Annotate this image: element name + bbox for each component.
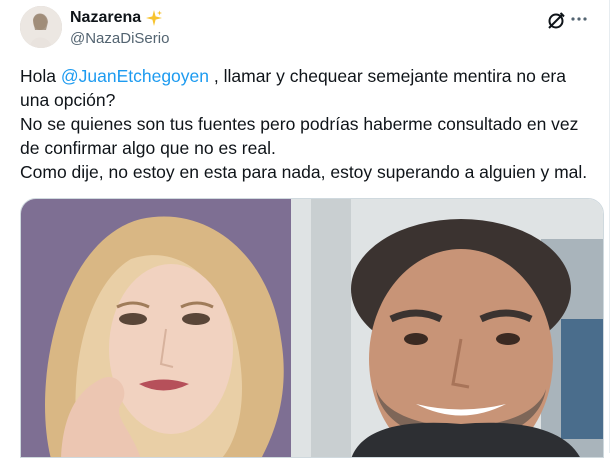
tweet-media-photo[interactable] <box>20 198 604 458</box>
tweet-paragraph-1: Hola @JuanEtchegoyen , llamar y chequear… <box>20 64 595 112</box>
avatar[interactable] <box>20 6 62 48</box>
tweet-text-prefix: Hola <box>20 66 61 86</box>
more-options-icon[interactable] <box>569 8 589 30</box>
tweet-text: Hola @JuanEtchegoyen , llamar y chequear… <box>20 64 595 184</box>
author-handle[interactable]: @NazaDiSerio <box>70 30 169 47</box>
mention-link[interactable]: @JuanEtchegoyen <box>61 66 209 86</box>
tweet-card: Nazarena @NazaDiSerio Hola @JuanEtchegoy… <box>0 0 610 458</box>
sparkles-icon <box>145 9 163 27</box>
tweet-paragraph-2: No se quienes son tus fuentes pero podrí… <box>20 114 579 158</box>
grok-icon[interactable] <box>545 10 567 32</box>
author-name-line: Nazarena <box>70 8 163 28</box>
author-name[interactable]: Nazarena <box>70 9 141 27</box>
tweet-header: Nazarena @NazaDiSerio <box>20 6 589 50</box>
tweet-paragraph-3: Como dije, no estoy en esta para nada, e… <box>20 162 588 182</box>
